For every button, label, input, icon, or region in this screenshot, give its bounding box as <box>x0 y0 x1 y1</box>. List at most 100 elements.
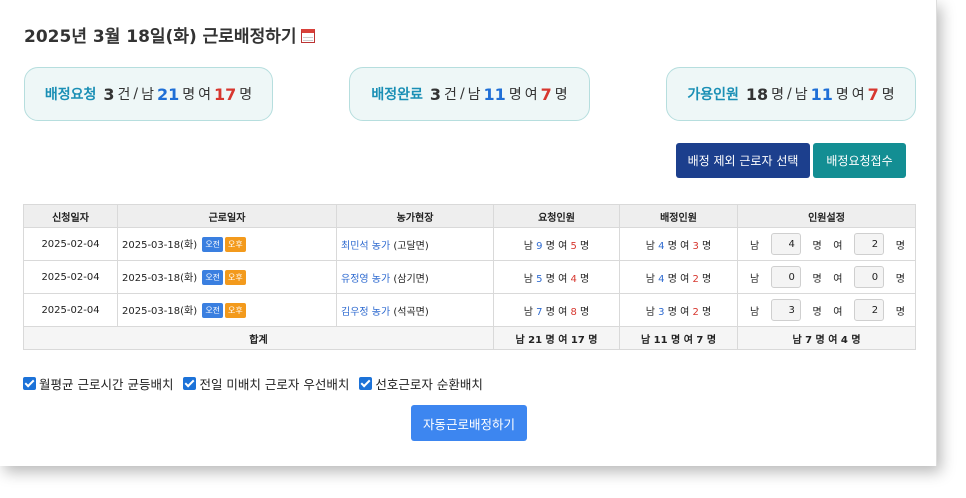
card-female-label: 여 <box>198 87 212 103</box>
apply-date: 2025-02-04 <box>23 293 118 327</box>
farm-region: (삼기면) <box>393 273 429 285</box>
card-male-label: 남 <box>141 87 154 103</box>
option-label: 전일 미배치 근로자 우선배치 <box>199 377 350 392</box>
farm-cell: 최민석 농가 (고달면) <box>336 227 494 261</box>
asg-male: 4 <box>658 240 665 252</box>
col-assigned: 배정인원 <box>619 204 738 228</box>
card-male-label: 남 <box>467 87 481 103</box>
female-count-input[interactable]: 2 <box>854 299 885 321</box>
male-count-input[interactable]: 3 <box>770 299 801 321</box>
pm-badge: 오후 <box>225 303 246 319</box>
card-person-unit: 명 <box>835 87 849 103</box>
page-title-text: 2025년 3월 18일(화) 근로배정하기 <box>24 27 297 47</box>
work-date: 2025-03-18(화) <box>122 272 198 284</box>
req-male: 5 <box>536 273 543 285</box>
female-count-input[interactable]: 2 <box>854 233 885 255</box>
accept-request-button[interactable]: 배정요청접수 <box>813 143 906 178</box>
req-female: 5 <box>570 240 577 252</box>
asg-male: 4 <box>658 273 665 285</box>
option-unassigned-priority[interactable]: 전일 미배치 근로자 우선배치 <box>183 374 349 393</box>
summary-card-requests: 배정요청 3 건 / 남 21 명 여 17 명 <box>24 67 273 121</box>
req-male: 9 <box>536 240 543 252</box>
pm-badge: 오후 <box>225 270 246 286</box>
checkbox-checked-icon[interactable] <box>183 377 197 390</box>
total-assigned: 남 11 명 여 7 명 <box>619 326 738 350</box>
req-male: 7 <box>536 306 543 318</box>
card-male-count: 11 <box>810 84 833 104</box>
male-count-input[interactable]: 4 <box>770 233 801 255</box>
requested-cell: 남 5 명 여 4 명 <box>493 260 620 294</box>
total-label: 합계 <box>23 326 494 350</box>
card-unit: 건 <box>117 87 131 103</box>
asg-female: 2 <box>692 273 699 285</box>
option-equal-hours[interactable]: 월평균 근로시간 균등배치 <box>23 374 173 393</box>
setting-cell: 남 3 명 여 2 명 <box>737 293 916 327</box>
col-apply-date: 신청일자 <box>23 204 118 228</box>
requested-cell: 남 9 명 여 5 명 <box>493 227 620 261</box>
checkbox-checked-icon[interactable] <box>359 377 373 390</box>
card-person-unit: 명 <box>554 87 568 103</box>
card-male-count: 11 <box>483 84 506 104</box>
farm-region: (고달면) <box>393 240 429 252</box>
card-person-unit: 명 <box>508 87 522 103</box>
pm-badge: 오후 <box>225 237 246 253</box>
work-date: 2025-03-18(화) <box>122 305 198 317</box>
am-badge: 오전 <box>202 303 224 319</box>
work-date-cell: 2025-03-18(화) 오전 오후 <box>117 260 337 294</box>
assigned-cell: 남 4 명 여 3 명 <box>619 227 738 261</box>
asg-male: 3 <box>658 306 665 318</box>
col-farm: 농가현장 <box>336 204 494 228</box>
farm-cell: 김우정 농가 (석곡면) <box>336 293 494 327</box>
exclude-worker-button[interactable]: 배정 제외 근로자 선택 <box>676 143 810 178</box>
checkbox-checked-icon[interactable] <box>23 377 36 390</box>
card-male-label: 남 <box>794 87 808 103</box>
auto-assign-button[interactable]: 자동근로배정하기 <box>411 405 527 441</box>
am-badge: 오전 <box>202 237 224 253</box>
calendar-icon[interactable] <box>300 28 315 43</box>
assignment-table: 신청일자 근로일자 농가현장 요청인원 배정인원 인원설정 2025-02-04… <box>23 204 916 350</box>
page-title: 2025년 3월 18일(화) 근로배정하기 <box>24 22 315 47</box>
col-setting: 인원설정 <box>737 204 916 228</box>
summary-card-assigned: 배정완료 3 건 / 남 11 명 여 7 명 <box>349 67 590 121</box>
req-female: 8 <box>570 306 577 318</box>
work-date: 2025-03-18(화) <box>122 239 198 251</box>
card-unit: 건 <box>444 87 457 103</box>
total-row: 합계 남 21 명 여 17 명 남 11 명 여 7 명 남 7 명 여 4 … <box>23 326 916 350</box>
setting-cell: 남 4 명 여 2 명 <box>737 227 916 261</box>
assigned-cell: 남 4 명 여 2 명 <box>619 260 738 294</box>
work-date-cell: 2025-03-18(화) 오전 오후 <box>117 293 337 327</box>
card-person-unit: 명 <box>881 87 895 103</box>
card-male-count: 21 <box>156 84 180 104</box>
card-label: 배정완료 <box>371 87 423 103</box>
col-work-date: 근로일자 <box>117 204 337 228</box>
option-label: 선호근로자 순환배치 <box>375 377 483 392</box>
farm-link[interactable]: 최민석 농가 <box>341 241 390 252</box>
male-count-input[interactable]: 0 <box>770 266 801 288</box>
col-requested: 요청인원 <box>493 204 620 228</box>
card-unit: 명 <box>771 87 784 103</box>
apply-date: 2025-02-04 <box>23 260 118 294</box>
farm-link[interactable]: 김우정 농가 <box>341 307 390 318</box>
farm-cell: 유정영 농가 (삼기면) <box>336 260 494 294</box>
table-header-row: 신청일자 근로일자 농가현장 요청인원 배정인원 인원설정 <box>23 204 916 228</box>
card-count: 3 <box>429 84 442 104</box>
total-setting: 남 7 명 여 4 명 <box>737 326 916 350</box>
card-female-count: 7 <box>540 84 552 104</box>
female-count-input[interactable]: 0 <box>854 266 885 288</box>
work-date-cell: 2025-03-18(화) 오전 오후 <box>117 227 337 261</box>
asg-female: 3 <box>692 240 699 252</box>
table-row: 2025-02-04 2025-03-18(화) 오전 오후 김우정 농가 (석곡… <box>23 293 916 327</box>
option-preferred-rotation[interactable]: 선호근로자 순환배치 <box>359 374 483 393</box>
card-label: 배정요청 <box>44 87 97 103</box>
apply-date: 2025-02-04 <box>23 227 118 261</box>
card-female-count: 17 <box>214 84 237 104</box>
card-person-unit: 명 <box>182 87 196 103</box>
farm-link[interactable]: 유정영 농가 <box>341 274 390 285</box>
card-person-unit: 명 <box>239 87 253 103</box>
req-female: 4 <box>570 273 577 285</box>
setting-cell: 남 0 명 여 0 명 <box>737 260 916 294</box>
am-badge: 오전 <box>202 270 224 286</box>
card-count: 3 <box>103 84 115 104</box>
assigned-cell: 남 3 명 여 2 명 <box>619 293 738 327</box>
card-female-label: 여 <box>524 87 538 103</box>
